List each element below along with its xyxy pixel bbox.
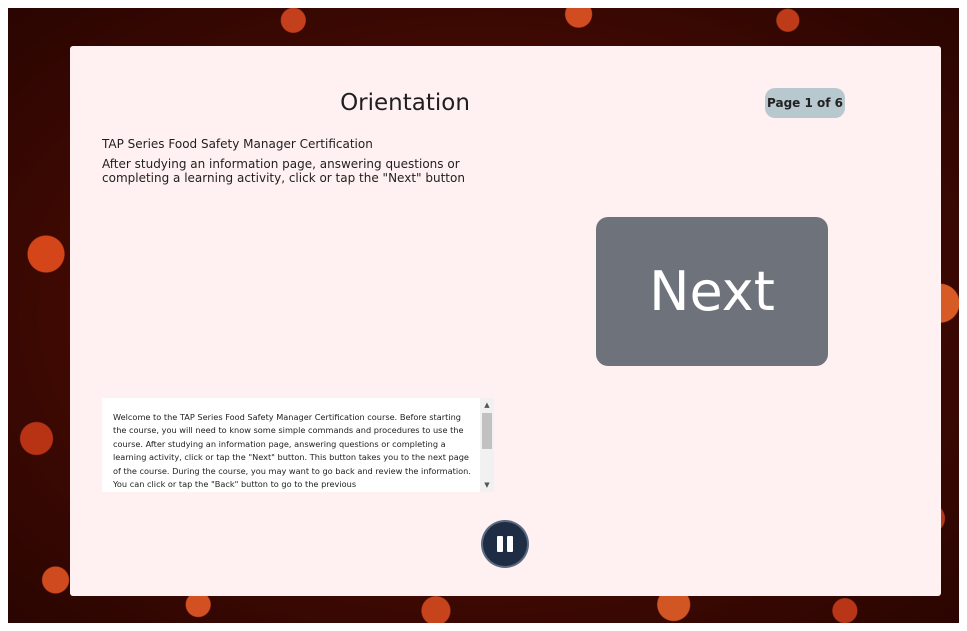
scroll-down-arrow-icon[interactable]: ▼	[480, 478, 494, 492]
pause-icon-left-bar	[497, 536, 503, 552]
transcript-text: Welcome to the TAP Series Food Safety Ma…	[113, 412, 471, 490]
pause-button[interactable]	[483, 522, 527, 566]
bacteria-background: Orientation Page 1 of 6 TAP Series Food …	[8, 8, 959, 623]
scroll-up-arrow-icon[interactable]: ▲	[480, 398, 494, 412]
page-indicator-badge: Page 1 of 6	[765, 88, 845, 118]
page-title: Orientation	[340, 90, 470, 116]
transcript-scrollbar[interactable]: ▲ ▼	[480, 398, 494, 492]
course-name: TAP Series Food Safety Manager Certifica…	[102, 137, 373, 151]
scroll-thumb[interactable]	[482, 413, 492, 449]
transcript-box[interactable]: Welcome to the TAP Series Food Safety Ma…	[102, 398, 494, 492]
content-panel: Orientation Page 1 of 6 TAP Series Food …	[70, 46, 941, 596]
instructions-text: After studying an information page, answ…	[102, 157, 465, 185]
pause-icon-right-bar	[507, 536, 513, 552]
next-button[interactable]: Next	[596, 217, 828, 366]
